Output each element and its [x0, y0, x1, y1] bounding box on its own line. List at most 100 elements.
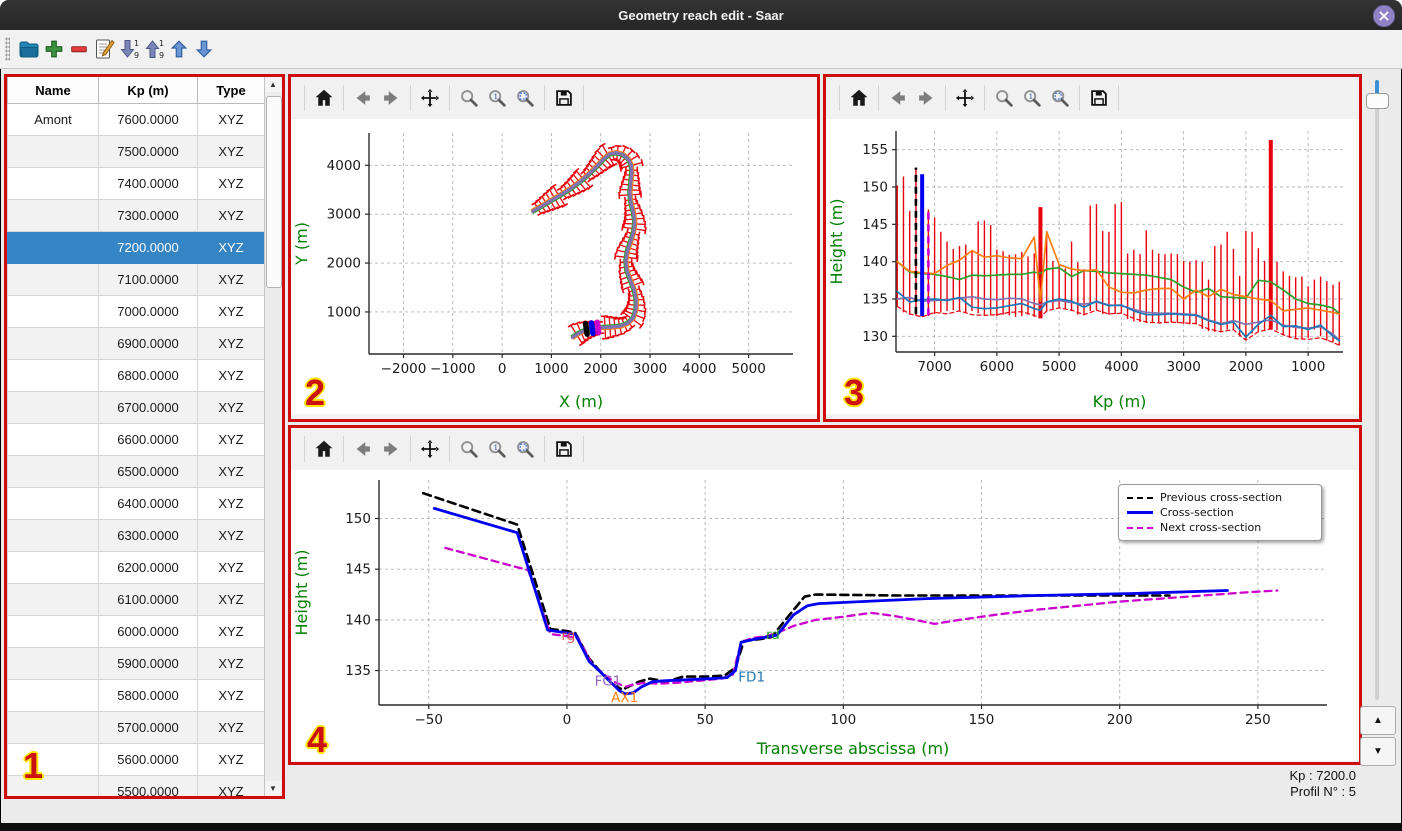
plot-save-button[interactable]	[1085, 83, 1113, 113]
plot-zoom-button[interactable]	[990, 83, 1018, 113]
cell-type[interactable]: XYZ	[197, 647, 265, 680]
plot-zoom-rect-button[interactable]	[511, 83, 539, 113]
cell-kp[interactable]: 6200.0000	[98, 551, 198, 584]
cell-name[interactable]	[7, 231, 99, 264]
plot-zoom-rect-button[interactable]	[1046, 83, 1074, 113]
plot-pan-button[interactable]	[951, 83, 979, 113]
table-row[interactable]: 5900.0000 XYZ	[7, 647, 265, 680]
cell-name[interactable]	[7, 775, 99, 796]
table-row[interactable]: 5500.0000 XYZ	[7, 775, 265, 796]
toolbar-add-row-button[interactable]	[41, 35, 66, 63]
longitudinal-profile-canvas[interactable]: 7000 6000 5000 4000 3000 2000 1000 130 135 140 145…	[826, 119, 1359, 414]
column-header-type[interactable]: Type	[197, 77, 265, 104]
cell-kp[interactable]: 5800.0000	[98, 679, 198, 712]
cell-kp[interactable]: 6400.0000	[98, 487, 198, 520]
cell-type[interactable]: XYZ	[197, 295, 265, 328]
table-row[interactable]: 6500.0000 XYZ	[7, 455, 265, 488]
cell-type[interactable]: XYZ	[197, 519, 265, 552]
table-row[interactable]: 5800.0000 XYZ	[7, 679, 265, 712]
profile-slider-track[interactable]	[1375, 80, 1379, 700]
cell-kp[interactable]: 5700.0000	[98, 711, 198, 744]
cell-name[interactable]	[7, 135, 99, 168]
cell-type[interactable]: XYZ	[197, 199, 265, 232]
table-scroll-up-button[interactable]: ▲	[265, 77, 281, 92]
toolbar-sort-descending-button[interactable]: 19	[116, 35, 141, 63]
plot-pan-button[interactable]	[416, 83, 444, 113]
plot-forward-button[interactable]	[377, 83, 405, 113]
cell-kp[interactable]: 6600.0000	[98, 423, 198, 456]
toolbar-sort-ascending-button[interactable]: 19	[141, 35, 166, 63]
column-header-kp[interactable]: Kp (m)	[98, 77, 198, 104]
cell-name[interactable]	[7, 263, 99, 296]
cell-kp[interactable]: 6700.0000	[98, 391, 198, 424]
cell-name[interactable]	[7, 327, 99, 360]
plot-zoom-button[interactable]	[455, 434, 483, 464]
column-header-name[interactable]: Name	[7, 77, 99, 104]
cell-type[interactable]: XYZ	[197, 775, 265, 796]
table-row[interactable]: 7000.0000 XYZ	[7, 295, 265, 328]
plot-forward-button[interactable]	[912, 83, 940, 113]
cell-type[interactable]: XYZ	[197, 615, 265, 648]
table-row[interactable]: 7100.0000 XYZ	[7, 263, 265, 296]
table-row[interactable]: 7200.0000 XYZ	[7, 231, 265, 264]
profile-slider-handle[interactable]	[1366, 93, 1389, 109]
cell-kp[interactable]: 5900.0000	[98, 647, 198, 680]
cell-name[interactable]	[7, 359, 99, 392]
cell-type[interactable]: XYZ	[197, 487, 265, 520]
cell-type[interactable]: XYZ	[197, 231, 265, 264]
plot-back-button[interactable]	[349, 83, 377, 113]
plot-back-button[interactable]	[349, 434, 377, 464]
cell-name[interactable]	[7, 551, 99, 584]
table-row[interactable]: 7500.0000 XYZ	[7, 135, 265, 168]
plot-zoom-one-button[interactable]: 1	[483, 434, 511, 464]
plot-forward-button[interactable]	[377, 434, 405, 464]
cell-type[interactable]: XYZ	[197, 167, 265, 200]
cell-name[interactable]	[7, 295, 99, 328]
plot-home-button[interactable]	[310, 83, 338, 113]
cell-type[interactable]: XYZ	[197, 423, 265, 456]
table-row[interactable]: 6100.0000 XYZ	[7, 583, 265, 616]
cell-type[interactable]: XYZ	[197, 359, 265, 392]
cell-name[interactable]: Amont	[7, 103, 99, 136]
toolbar-edit-row-button[interactable]	[91, 35, 116, 63]
cell-kp[interactable]: 5500.0000	[98, 775, 198, 796]
cell-kp[interactable]: 6000.0000	[98, 615, 198, 648]
table-scroll-down-button[interactable]: ▼	[265, 781, 281, 796]
toolbar-grip[interactable]	[5, 37, 10, 61]
cell-kp[interactable]: 7200.0000	[98, 231, 198, 264]
cell-name[interactable]	[7, 743, 99, 776]
plan-view-canvas[interactable]: −2000 −1000 0 1000 2000 3000 4000 5000 1000 2000 3…	[291, 119, 817, 414]
plot-zoom-rect-button[interactable]	[511, 434, 539, 464]
cell-name[interactable]	[7, 583, 99, 616]
cell-type[interactable]: XYZ	[197, 263, 265, 296]
cell-type[interactable]: XYZ	[197, 327, 265, 360]
cell-kp[interactable]: 6100.0000	[98, 583, 198, 616]
cell-kp[interactable]: 7300.0000	[98, 199, 198, 232]
toolbar-move-up-button[interactable]	[166, 35, 191, 63]
plot-save-button[interactable]	[550, 83, 578, 113]
cell-name[interactable]	[7, 391, 99, 424]
plot-home-button[interactable]	[310, 434, 338, 464]
cell-kp[interactable]: 7400.0000	[98, 167, 198, 200]
plot-pan-button[interactable]	[416, 434, 444, 464]
cell-type[interactable]: XYZ	[197, 679, 265, 712]
cell-type[interactable]: XYZ	[197, 455, 265, 488]
toolbar-open-file-button[interactable]	[16, 35, 41, 63]
plot-zoom-button[interactable]	[455, 83, 483, 113]
cell-kp[interactable]: 5600.0000	[98, 743, 198, 776]
cell-name[interactable]	[7, 615, 99, 648]
plot-home-button[interactable]	[845, 83, 873, 113]
table-row[interactable]: 6600.0000 XYZ	[7, 423, 265, 456]
plot-zoom-one-button[interactable]: 1	[483, 83, 511, 113]
table-row[interactable]: 6800.0000 XYZ	[7, 359, 265, 392]
cell-name[interactable]	[7, 487, 99, 520]
table-scrollbar[interactable]: ▲ ▼	[264, 77, 282, 796]
toolbar-move-down-button[interactable]	[191, 35, 216, 63]
cell-type[interactable]: XYZ	[197, 103, 265, 136]
cell-type[interactable]: XYZ	[197, 743, 265, 776]
cell-name[interactable]	[7, 711, 99, 744]
cell-type[interactable]: XYZ	[197, 711, 265, 744]
table-row[interactable]: 7400.0000 XYZ	[7, 167, 265, 200]
cell-kp[interactable]: 6900.0000	[98, 327, 198, 360]
profile-down-button[interactable]: ▼	[1360, 737, 1396, 766]
